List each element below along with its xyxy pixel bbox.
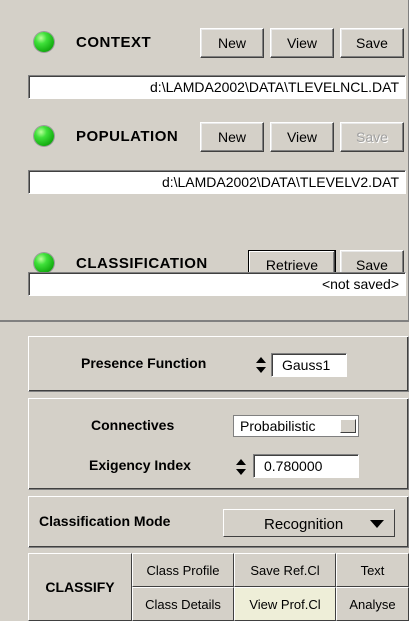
connectives-group: Connectives Probabilistic Exigency Index… [28,398,409,490]
class-details-button[interactable]: Class Details [132,587,234,621]
chevron-down-icon [370,520,384,528]
class-profile-button[interactable]: Class Profile [132,553,234,587]
presence-function-field[interactable]: Gauss1 [271,353,347,377]
context-title: CONTEXT [76,34,152,51]
classification-file-path: <not saved> [28,272,406,296]
file-panel: CONTEXT New View Save d:\LAMDA2002\DATA\… [0,0,409,322]
population-file-path: d:\LAMDA2002\DATA\TLEVELV2.DAT [28,170,406,194]
classify-button[interactable]: CLASSIFY [28,553,132,621]
exigency-index-label: Exigency Index [89,457,191,473]
context-status-indicator [34,32,54,52]
classification-mode-label: Classification Mode [39,513,171,529]
text-button[interactable]: Text [336,553,409,587]
population-view-button[interactable]: View [270,122,334,152]
presence-function-group: Presence Function Gauss1 [28,336,409,392]
context-save-button[interactable]: Save [340,28,404,58]
analyse-button[interactable]: Analyse [336,587,409,621]
context-file-path: d:\LAMDA2002\DATA\TLEVELNCL.DAT [28,75,406,99]
toggle-knob-icon [340,419,356,433]
population-save-button[interactable]: Save [340,122,404,152]
connectives-toggle[interactable]: Probabilistic [233,415,359,437]
classification-status-indicator [34,253,54,273]
classification-mode-select[interactable]: Recognition [223,509,395,537]
exigency-index-field[interactable]: 0.780000 [253,454,359,478]
connectives-label: Connectives [91,417,175,433]
retrieve-button-label: Retrieve [265,257,319,273]
view-prof-class-button[interactable]: View Prof.Cl [234,587,336,621]
connectives-value: Probabilistic [240,418,316,434]
classification-mode-value: Recognition [264,516,344,533]
classification-mode-group: Classification Mode Recognition [28,496,409,548]
exigency-spinner-icon[interactable] [235,458,247,476]
presence-function-label: Presence Function [81,355,207,371]
context-view-button[interactable]: View [270,28,334,58]
classification-title: CLASSIFICATION [76,255,208,272]
presence-function-spinner-icon[interactable] [255,356,267,374]
context-new-button[interactable]: New [200,28,264,58]
population-title: POPULATION [76,128,179,145]
save-ref-class-button[interactable]: Save Ref.Cl [234,553,336,587]
population-new-button[interactable]: New [200,122,264,152]
population-status-indicator [34,126,54,146]
